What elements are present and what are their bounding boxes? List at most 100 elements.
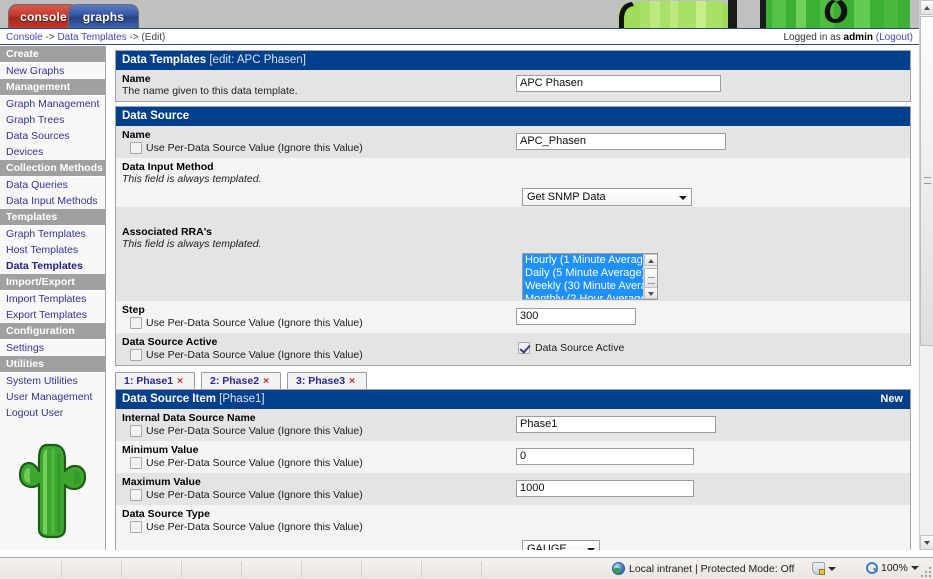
row-data-input-method: Data Input Method This field is always t… — [116, 158, 910, 207]
new-data-source-item-link[interactable]: New — [880, 393, 903, 406]
checkbox-label-maximum-value: Use Per-Data Source Value (Ignore this V… — [146, 489, 363, 501]
sidebar-item-data-templates[interactable]: Data Templates — [0, 258, 105, 274]
resize-grip[interactable] — [919, 565, 931, 577]
data-templates-title: Data Templates — [122, 54, 207, 66]
listbox-option-weekly[interactable]: Weekly (30 Minute Average) — [523, 280, 643, 293]
phase-tab-bar: 1: Phase1 × 2: Phase2 × 3: Phase3 × — [115, 372, 911, 389]
graphs-tab[interactable]: graphs — [68, 4, 139, 28]
scroll-up-icon[interactable] — [920, 0, 933, 15]
checkline-minimum-value[interactable]: Use Per-Data Source Value (Ignore this V… — [122, 457, 904, 469]
checkbox-internal-ds-name-per-ds[interactable] — [130, 425, 142, 437]
sidebar-item-data-input-methods[interactable]: Data Input Methods — [0, 193, 105, 209]
page-scrollbar[interactable] — [919, 0, 933, 550]
row-template-name: Name The name given to this data templat… — [116, 70, 910, 101]
sidebar-item-new-graphs[interactable]: New Graphs — [0, 63, 105, 79]
phase-tab-3-label: 3: Phase3 — [296, 375, 346, 387]
sidebar-item-graph-trees[interactable]: Graph Trees — [0, 112, 105, 128]
status-security[interactable] — [812, 562, 836, 575]
breadcrumb-link-data-templates[interactable]: Data Templates — [57, 32, 126, 43]
phase-tab-1[interactable]: 1: Phase1 × — [115, 372, 195, 389]
input-minimum-value[interactable]: 0 — [516, 448, 694, 465]
listbox-option-hourly[interactable]: Hourly (1 Minute Average) — [523, 254, 643, 267]
listbox-associated-rras[interactable]: Hourly (1 Minute Average) Daily (5 Minut… — [522, 253, 658, 300]
checkbox-minimum-value-per-ds[interactable] — [130, 457, 142, 469]
label-template-name: Name — [122, 73, 151, 85]
select-data-input-method[interactable]: Get SNMP Data — [522, 188, 692, 206]
breadcrumb-link-console[interactable]: Console — [6, 32, 43, 43]
checkbox-data-source-active-per-ds[interactable] — [130, 349, 142, 361]
checkbox-label-data-source-active: Use Per-Data Source Value (Ignore this V… — [146, 349, 363, 361]
input-ds-name[interactable]: APC_Phasen — [516, 133, 726, 150]
checkline-step[interactable]: Use Per-Data Source Value (Ignore this V… — [122, 317, 904, 329]
chevron-down-icon — [587, 548, 595, 550]
scroll-thumb[interactable] — [920, 16, 933, 346]
checkline-maximum-value[interactable]: Use Per-Data Source Value (Ignore this V… — [122, 489, 904, 501]
status-zoom[interactable]: 100% — [866, 562, 919, 574]
checkbox-label-minimum-value: Use Per-Data Source Value (Ignore this V… — [146, 457, 363, 469]
sidebar-group-import-export: Import/Export — [0, 274, 105, 291]
sidebar-item-data-queries[interactable]: Data Queries — [0, 177, 105, 193]
input-step[interactable]: 300 — [516, 308, 636, 325]
listbox-scroll-up-icon[interactable] — [644, 254, 657, 266]
checkline-ds-active-value[interactable]: Data Source Active — [518, 342, 624, 354]
checkline-ds-name[interactable]: Use Per-Data Source Value (Ignore this V… — [122, 142, 904, 154]
checkbox-data-source-type-per-ds[interactable] — [130, 521, 142, 533]
checkline-internal-ds-name[interactable]: Use Per-Data Source Value (Ignore this V… — [122, 425, 904, 437]
phase-tab-2-label: 2: Phase2 — [210, 375, 260, 387]
phase-tab-3-close-icon[interactable]: × — [349, 375, 355, 387]
input-internal-ds-name[interactable]: Phase1 — [516, 416, 716, 433]
status-zone[interactable]: Local intranet | Protected Mode: Off — [612, 562, 794, 575]
sidebar-item-export-templates[interactable]: Export Templates — [0, 307, 105, 323]
phase-tab-3[interactable]: 3: Phase3 × — [287, 372, 367, 389]
scroll-down-icon[interactable] — [920, 535, 933, 550]
login-status: Logged in as admin (Logout) — [783, 32, 913, 43]
sidebar-item-logout-user[interactable]: Logout User — [0, 405, 105, 421]
checkbox-label-data-source-type: Use Per-Data Source Value (Ignore this V… — [146, 521, 363, 533]
breadcrumb: Console -> Data Templates -> (Edit) — [6, 32, 165, 43]
label-internal-ds-name: Internal Data Source Name — [122, 412, 256, 424]
sidebar-item-graph-templates[interactable]: Graph Templates — [0, 226, 105, 242]
phase-tab-2[interactable]: 2: Phase2 × — [201, 372, 281, 389]
checkbox-data-source-active[interactable] — [518, 342, 530, 354]
listbox-scrollbar[interactable] — [643, 254, 657, 299]
logout-link[interactable]: (Logout) — [876, 32, 913, 43]
sidebar-item-devices[interactable]: Devices — [0, 144, 105, 160]
zoom-level-label: 100% — [881, 562, 908, 574]
sidebar-item-import-templates[interactable]: Import Templates — [0, 291, 105, 307]
breadcrumb-bar: Console -> Data Templates -> (Edit) Logg… — [0, 28, 919, 45]
data-source-item-subtitle: [Phase1] — [219, 393, 265, 405]
checkbox-label-step: Use Per-Data Source Value (Ignore this V… — [146, 317, 363, 329]
sidebar-group-management: Management — [0, 79, 105, 96]
breadcrumb-sep-1: -> — [42, 32, 58, 43]
phase-tab-1-close-icon[interactable]: × — [177, 375, 183, 387]
row-data-source-type: Data Source Type Use Per-Data Source Val… — [116, 505, 910, 550]
sidebar-item-settings[interactable]: Settings — [0, 340, 105, 356]
listbox-option-daily[interactable]: Daily (5 Minute Average) — [523, 267, 643, 280]
data-templates-header: Data Templates [edit: APC Phasen] — [116, 51, 910, 70]
label-data-input-method: Data Input Method — [122, 161, 214, 173]
input-template-name[interactable]: APC Phasen — [516, 75, 721, 92]
checkbox-ds-name-per-ds[interactable] — [130, 142, 142, 154]
phase-tab-1-label: 1: Phase1 — [124, 375, 174, 387]
sidebar-group-configuration: Configuration — [0, 323, 105, 340]
phase-tab-2-close-icon[interactable]: × — [263, 375, 269, 387]
checkbox-maximum-value-per-ds[interactable] — [130, 489, 142, 501]
sidebar-item-host-templates[interactable]: Host Templates — [0, 242, 105, 258]
sidebar-item-user-management[interactable]: User Management — [0, 389, 105, 405]
label-associated-rras: Associated RRA's — [122, 226, 213, 238]
desc-data-input-method: This field is always templated. — [122, 173, 262, 185]
label-data-source-active: Data Source Active — [122, 336, 218, 348]
chevron-down-icon[interactable] — [910, 566, 919, 570]
chevron-down-icon[interactable] — [828, 566, 836, 571]
select-data-source-type[interactable]: GAUGE — [522, 540, 600, 550]
sidebar-item-data-sources[interactable]: Data Sources — [0, 128, 105, 144]
row-step: Step Use Per-Data Source Value (Ignore t… — [116, 301, 910, 333]
checkline-data-source-active[interactable]: Use Per-Data Source Value (Ignore this V… — [122, 349, 904, 361]
sidebar-item-system-utilities[interactable]: System Utilities — [0, 373, 105, 389]
listbox-scroll-down-icon[interactable] — [644, 287, 657, 299]
sidebar-item-graph-management[interactable]: Graph Management — [0, 96, 105, 112]
listbox-option-monthly[interactable]: Monthly (2 Hour Average) — [523, 293, 643, 299]
input-maximum-value[interactable]: 1000 — [516, 480, 694, 497]
checkbox-step-per-ds[interactable] — [130, 317, 142, 329]
checkline-data-source-type[interactable]: Use Per-Data Source Value (Ignore this V… — [122, 521, 904, 533]
